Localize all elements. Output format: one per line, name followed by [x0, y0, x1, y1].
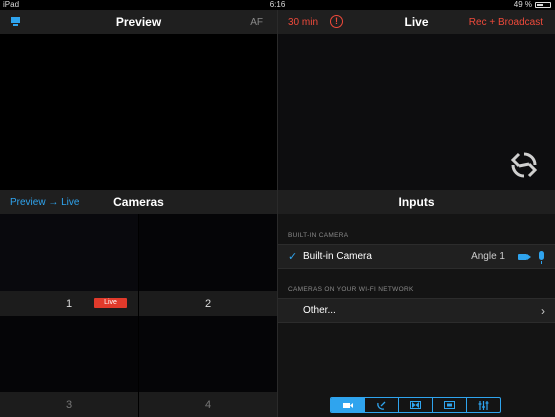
live-view[interactable] [278, 34, 555, 190]
other-cameras-row[interactable]: Other... › [278, 298, 555, 323]
mixer-sliders-icon [478, 400, 489, 410]
video-camera-icon[interactable] [518, 254, 531, 260]
satellite-mode-button[interactable] [365, 398, 399, 412]
camera-tile-3[interactable] [0, 316, 138, 392]
live-badge: Live [94, 298, 127, 308]
clock: 6:16 [269, 0, 286, 9]
chevron-right-icon: › [541, 303, 545, 318]
overlay-icon [444, 401, 455, 409]
cameras-header: Preview → Live Cameras [0, 190, 277, 214]
inputs-title: Inputs [398, 195, 435, 209]
camera-tile-4[interactable] [139, 316, 277, 392]
builtin-camera-name: Built-in Camera [303, 251, 372, 262]
camera-tile-2[interactable] [139, 214, 277, 291]
section-wifi-cameras: CAMERAS ON YOUR WI-FI NETWORK [288, 286, 414, 293]
watermark-logo-icon [510, 152, 538, 178]
preview-header: Preview AF [0, 10, 277, 34]
mode-toolbar [330, 397, 501, 413]
inputs-header: Inputs [278, 190, 555, 214]
battery-status: 49 % [514, 0, 551, 10]
microphone-icon[interactable] [539, 251, 544, 264]
live-header: 30 min ! Live Rec + Broadcast [278, 10, 555, 34]
section-builtin-camera: BUILT-IN CAMERA [288, 232, 349, 239]
preview-title: Preview [115, 15, 162, 29]
preview-view[interactable] [0, 34, 277, 190]
angle-label[interactable]: Angle 1 [471, 251, 505, 262]
camera-label-3[interactable]: 3 [0, 392, 138, 417]
other-label: Other... [303, 305, 336, 316]
camera-mode-button[interactable] [331, 398, 365, 412]
battery-icon [535, 2, 551, 8]
video-camera-icon [342, 402, 353, 408]
rec-broadcast-button[interactable]: Rec + Broadcast [469, 17, 543, 28]
checkmark-icon: ✓ [288, 251, 298, 263]
satellite-dish-icon [376, 401, 385, 410]
af-button[interactable]: AF [250, 17, 263, 28]
transition-mode-button[interactable] [399, 398, 433, 412]
cameras-title: Cameras [113, 195, 164, 209]
inputs-panel: BUILT-IN CAMERA ✓ Built-in Camera Angle … [278, 214, 555, 417]
transition-icon [410, 401, 421, 409]
overlay-mode-button[interactable] [433, 398, 467, 412]
camera-label-2[interactable]: 2 [139, 291, 277, 316]
builtin-camera-row[interactable]: ✓ Built-in Camera Angle 1 [278, 244, 555, 269]
camera-label-4[interactable]: 4 [139, 392, 277, 417]
camera-tile-1[interactable] [0, 214, 138, 291]
status-bar: iPad 6:16 49 % [0, 0, 555, 10]
mixer-mode-button[interactable] [467, 398, 500, 412]
battery-percent: 49 % [513, 0, 532, 9]
